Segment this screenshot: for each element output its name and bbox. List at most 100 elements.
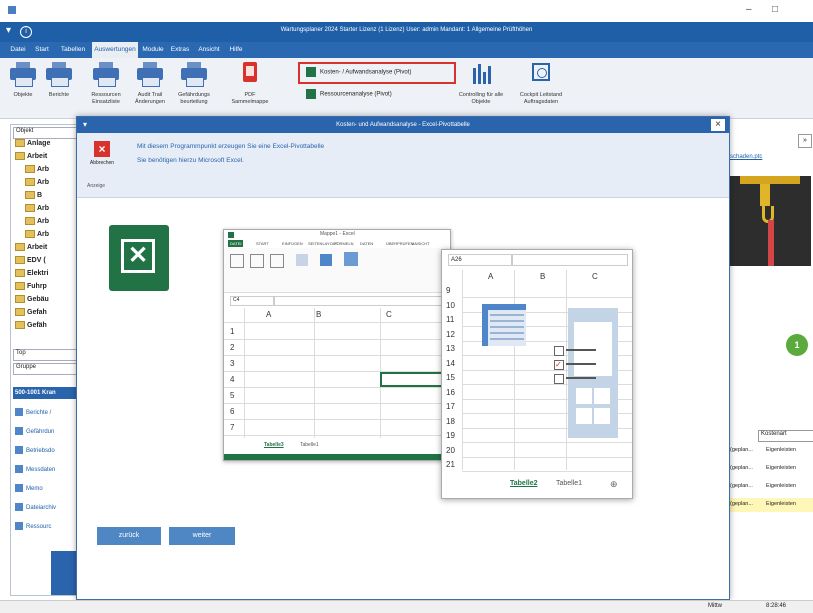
tree-item-label: Arbeit xyxy=(27,152,48,160)
menu-datei[interactable]: Datei xyxy=(6,42,30,58)
folder-icon xyxy=(25,178,35,186)
excel2-row-header: 20 xyxy=(446,445,455,455)
table-row[interactable]: (geplan... Eigenleisten xyxy=(728,498,813,512)
excel1-row-line xyxy=(224,339,450,340)
tree-item[interactable]: Arb xyxy=(25,178,49,186)
berichte-button[interactable]: Berichte xyxy=(42,62,76,98)
status-time: 8:28:46 xyxy=(766,603,787,609)
maximize-button[interactable]: □ xyxy=(772,4,778,15)
nav-item-icon xyxy=(15,427,23,436)
objekte-button[interactable]: Objekte xyxy=(6,62,40,98)
nav-item-icon xyxy=(15,503,23,512)
pdf-sammelmappe-button[interactable]: PDF Sammelmappe xyxy=(230,62,270,106)
status-date: Mittw xyxy=(708,603,722,609)
tree-item-label: Arb xyxy=(37,165,50,173)
excel1-ribbon-tabs: DATEI START EINFÜGEN SEITENLAYOUT FORMELN DAT… xyxy=(224,240,450,248)
excel2-row-header: 10 xyxy=(446,300,455,310)
printer-icon xyxy=(93,62,119,87)
printer-icon xyxy=(46,62,72,87)
folder-icon xyxy=(25,165,35,173)
folder-icon xyxy=(15,243,25,251)
tree-item[interactable]: Arbeit xyxy=(15,152,47,160)
table-row[interactable]: (geplan... Eigenleisten xyxy=(728,480,813,494)
excel1-formula-bar xyxy=(274,296,446,306)
status-bar: Mittw 8:28:46 xyxy=(0,600,813,613)
folder-icon xyxy=(25,191,35,199)
app-icon xyxy=(8,6,16,14)
tree-item[interactable]: Arb xyxy=(25,217,49,225)
excel1-row-line xyxy=(224,355,450,356)
tree-item[interactable]: Gebäu xyxy=(15,295,49,303)
title-bar: ▾ i Wartungsplaner 2024 Starter Lizenz (… xyxy=(0,22,813,42)
folder-icon xyxy=(15,308,25,316)
table-row[interactable]: (geplan... Eigenleisten xyxy=(728,444,813,458)
bar-chart-icon xyxy=(468,62,494,86)
document-link[interactable]: schaden.ptc xyxy=(730,154,762,160)
back-button[interactable]: zurück xyxy=(97,527,161,545)
tree-item[interactable]: Gefäh xyxy=(15,321,47,329)
column-header-kostenart[interactable]: Kostenart xyxy=(758,430,813,442)
excel-icon xyxy=(306,67,316,77)
dialog-menu-icon[interactable]: ▾ xyxy=(83,120,87,129)
excel1-row-line xyxy=(224,387,450,388)
tree-item-label: Arb xyxy=(37,217,50,225)
cockpit-button[interactable]: Cockpit Leitstand Auftragsdaten xyxy=(516,62,566,106)
row-cost-type-cell: Eigenleisten xyxy=(766,447,796,453)
tree-item[interactable]: B xyxy=(25,191,42,199)
row-plan-cell: (geplan... xyxy=(730,483,753,489)
tree-item[interactable]: EDV ( xyxy=(15,256,46,264)
menu-ansicht[interactable]: Ansicht xyxy=(194,42,224,58)
expand-button[interactable]: » xyxy=(798,134,812,148)
menu-hilfe[interactable]: Hilfe xyxy=(226,42,246,58)
tree-item-label: Gebäu xyxy=(27,295,49,303)
tree-item[interactable]: Arb xyxy=(25,204,49,212)
excel1-ribbon xyxy=(224,248,450,293)
gefaehrdung-button[interactable]: Gefährdungs beurteilung xyxy=(172,62,216,106)
ressourcen-button[interactable]: Ressourcen Einsatzliste xyxy=(86,62,126,106)
next-button[interactable]: weiter xyxy=(169,527,235,545)
tree-item-label: B xyxy=(37,191,43,199)
table-row[interactable]: (geplan... Eigenleisten xyxy=(728,462,813,476)
window-title: Wartungsplaner 2024 Starter Lizenz (1 Li… xyxy=(280,27,533,33)
tree-item[interactable]: Gefah xyxy=(15,308,47,316)
right-panel: » schaden.ptc 1 Kostenart (geplan... Eige… xyxy=(728,124,813,594)
tree-item[interactable]: Elektri xyxy=(15,269,48,277)
tree-item[interactable]: Arb xyxy=(25,165,49,173)
folder-icon xyxy=(25,230,35,238)
menu-auswertungen[interactable]: Auswertungen xyxy=(92,42,138,58)
excel-logo-icon: ✕ xyxy=(109,225,169,291)
dialog-tab-anzeige[interactable]: Anzeige xyxy=(87,183,105,189)
excel1-namebox: C4 xyxy=(230,296,274,306)
audit-trail-button[interactable]: Audit Trail Änderungen xyxy=(130,62,170,106)
excel1-tab: FORMELN xyxy=(334,241,354,246)
tree-item[interactable]: Arb xyxy=(25,230,49,238)
menu-module[interactable]: Module xyxy=(140,42,166,58)
menu-extras[interactable]: Extras xyxy=(168,42,192,58)
cancel-button[interactable]: × Abbrechen xyxy=(87,141,117,175)
minimize-button[interactable]: – xyxy=(746,4,752,15)
excel1-tab: ANSICHT xyxy=(412,241,430,246)
system-bar: – □ xyxy=(0,0,813,22)
row-plan-cell: (geplan... xyxy=(730,465,753,471)
tree-item[interactable]: Arbeit xyxy=(15,243,47,251)
menu-tabellen[interactable]: Tabellen xyxy=(56,42,90,58)
excel1-column-header: C xyxy=(386,310,392,319)
menu-start[interactable]: Start xyxy=(32,42,52,58)
tree-item-label: Arbeit xyxy=(27,243,48,251)
dashboard-icon xyxy=(528,62,554,86)
excel2-sheet-tab: Tabelle1 xyxy=(556,480,583,487)
dialog-info-line1: Mit diesem Programmpunkt erzeugen Sie ei… xyxy=(137,143,325,150)
nav-item-label: Memo xyxy=(26,486,43,492)
kosten-pivot-button[interactable]: Kosten- / Aufwandsanalyse (Pivot) xyxy=(306,67,411,77)
controlling-button[interactable]: Controlling für alle Objekte xyxy=(458,62,504,106)
ressourcen-pivot-button[interactable]: Ressourcenanalyse (Pivot) xyxy=(306,89,392,99)
tree-item[interactable]: Anlage xyxy=(15,139,50,147)
excel1-row-header: 5 xyxy=(230,391,235,400)
excel1-header-line xyxy=(224,322,450,323)
tree-item[interactable]: Fuhrp xyxy=(15,282,47,290)
excel1-row-line xyxy=(224,419,450,420)
excel2-row-header: 18 xyxy=(446,416,455,426)
excel2-row-header: 19 xyxy=(446,431,455,440)
dialog-close-button[interactable]: × xyxy=(711,119,725,131)
nav-item-label: Messdaten xyxy=(26,467,56,473)
